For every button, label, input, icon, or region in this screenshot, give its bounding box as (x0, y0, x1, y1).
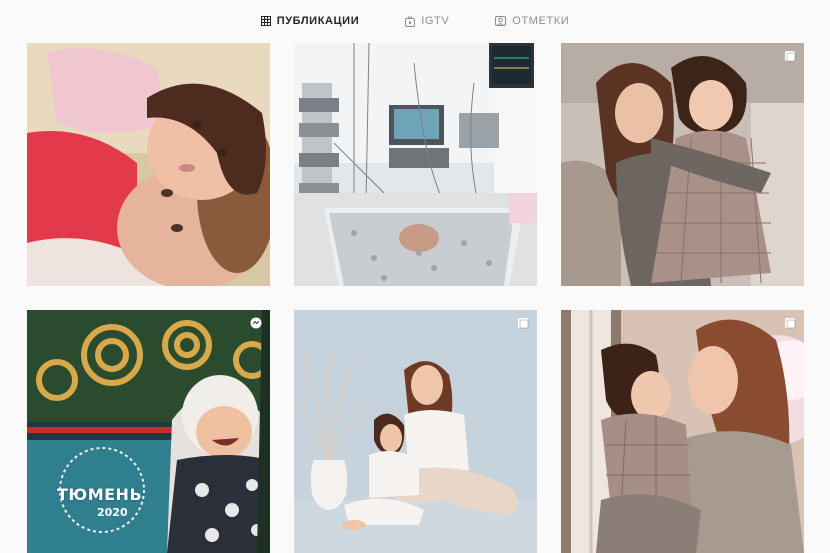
grid-icon (260, 16, 271, 26)
post-image-1 (27, 43, 270, 286)
tab-igtv[interactable]: IGTV (405, 15, 449, 27)
post-thumbnail-4[interactable]: ТЮМЕНЬ 2020 (27, 310, 270, 553)
clip-icon (250, 317, 262, 329)
post-thumbnail-1[interactable] (27, 43, 270, 286)
tab-posts[interactable]: ПУБЛИКАЦИИ (260, 15, 360, 27)
tagged-icon (495, 16, 507, 26)
igtv-icon (405, 15, 416, 27)
post-thumbnail-3[interactable] (561, 43, 804, 286)
post-overlay-city-text: ТЮМЕНЬ (57, 485, 143, 504)
post-thumbnail-2[interactable] (294, 43, 537, 286)
post-image-4 (27, 310, 270, 553)
tab-tagged-label: ОТМЕТКИ (512, 15, 570, 27)
post-thumbnail-6[interactable] (561, 310, 804, 553)
tab-tagged[interactable]: ОТМЕТКИ (495, 15, 569, 27)
tab-igtv-label: IGTV (421, 15, 450, 27)
post-image-3 (561, 43, 804, 286)
profile-tabs: ПУБЛИКАЦИИ IGTV ОТМЕТКИ (0, 0, 830, 42)
post-image-2 (294, 43, 537, 286)
tab-posts-label: ПУБЛИКАЦИИ (276, 15, 360, 27)
carousel-icon (785, 51, 796, 62)
post-overlay-year-text: 2020 (97, 506, 128, 519)
carousel-icon (518, 318, 529, 329)
post-image-5 (294, 310, 537, 553)
carousel-icon (785, 318, 796, 329)
post-image-6 (561, 310, 804, 553)
post-thumbnail-5[interactable] (294, 310, 537, 553)
